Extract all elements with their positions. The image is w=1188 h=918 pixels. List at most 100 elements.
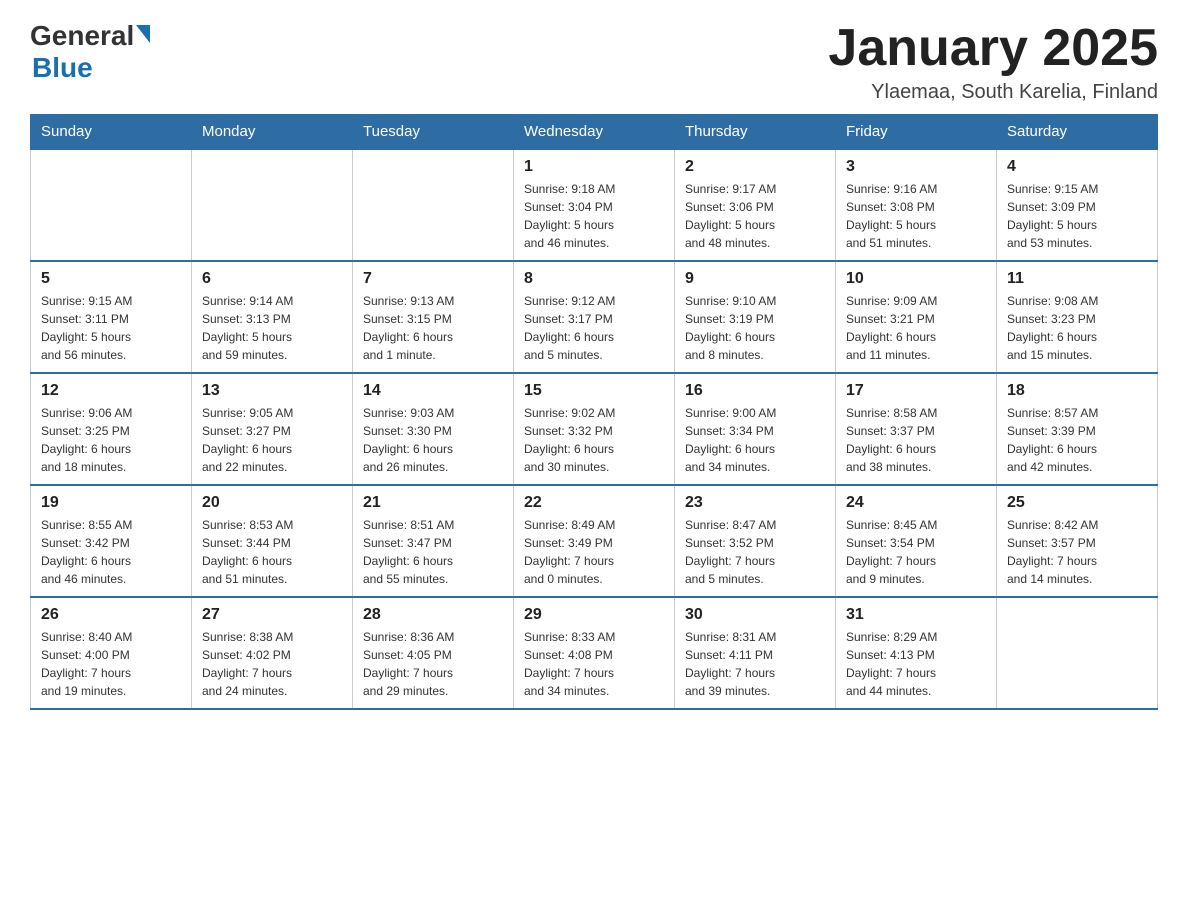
day-info: Sunrise: 8:31 AMSunset: 4:11 PMDaylight:…: [685, 628, 825, 700]
day-info: Sunrise: 9:13 AMSunset: 3:15 PMDaylight:…: [363, 292, 503, 364]
day-number: 25: [1007, 494, 1147, 512]
day-info: Sunrise: 9:18 AMSunset: 3:04 PMDaylight:…: [524, 180, 664, 252]
day-number: 17: [846, 382, 986, 400]
logo-general-text: General: [30, 20, 134, 52]
calendar-cell: [997, 597, 1158, 709]
weekday-header-monday: Monday: [192, 115, 353, 150]
calendar-cell: 28 Sunrise: 8:36 AMSunset: 4:05 PMDayligh…: [353, 597, 514, 709]
weekday-header-tuesday: Tuesday: [353, 115, 514, 150]
day-info: Sunrise: 9:03 AMSunset: 3:30 PMDaylight:…: [363, 404, 503, 476]
calendar-cell: 17 Sunrise: 8:58 AMSunset: 3:37 PMDayligh…: [836, 373, 997, 485]
calendar-cell: 7 Sunrise: 9:13 AMSunset: 3:15 PMDaylight…: [353, 261, 514, 373]
calendar-cell: 8 Sunrise: 9:12 AMSunset: 3:17 PMDaylight…: [514, 261, 675, 373]
calendar-week-1: 1 Sunrise: 9:18 AMSunset: 3:04 PMDaylight…: [31, 149, 1158, 261]
calendar-cell: 10 Sunrise: 9:09 AMSunset: 3:21 PMDayligh…: [836, 261, 997, 373]
logo: General Blue: [30, 20, 150, 84]
calendar-cell: 26 Sunrise: 8:40 AMSunset: 4:00 PMDayligh…: [31, 597, 192, 709]
day-number: 21: [363, 494, 503, 512]
calendar-cell: 2 Sunrise: 9:17 AMSunset: 3:06 PMDaylight…: [675, 149, 836, 261]
calendar-cell: [192, 149, 353, 261]
calendar-cell: 15Sunrise: 9:02 AMSunset: 3:32 PMDayligh…: [514, 373, 675, 485]
title-section: January 2025 Ylaemaa, South Karelia, Fin…: [828, 20, 1158, 104]
calendar-cell: 21Sunrise: 8:51 AMSunset: 3:47 PMDayligh…: [353, 485, 514, 597]
day-info: Sunrise: 9:12 AMSunset: 3:17 PMDaylight:…: [524, 292, 664, 364]
calendar-cell: 29 Sunrise: 8:33 AMSunset: 4:08 PMDayligh…: [514, 597, 675, 709]
calendar-cell: 24Sunrise: 8:45 AMSunset: 3:54 PMDayligh…: [836, 485, 997, 597]
day-number: 9: [685, 270, 825, 288]
day-number: 6: [202, 270, 342, 288]
day-info: Sunrise: 8:33 AMSunset: 4:08 PMDaylight:…: [524, 628, 664, 700]
day-number: 15: [524, 382, 664, 400]
weekday-header-row: SundayMondayTuesdayWednesdayThursdayFrid…: [31, 115, 1158, 150]
calendar-cell: 23 Sunrise: 8:47 AMSunset: 3:52 PMDayligh…: [675, 485, 836, 597]
day-number: 13: [202, 382, 342, 400]
calendar-cell: 19 Sunrise: 8:55 AMSunset: 3:42 PMDayligh…: [31, 485, 192, 597]
calendar-week-3: 12 Sunrise: 9:06 AMSunset: 3:25 PMDayligh…: [31, 373, 1158, 485]
day-info: Sunrise: 9:14 AMSunset: 3:13 PMDaylight:…: [202, 292, 342, 364]
day-number: 4: [1007, 158, 1147, 176]
day-info: Sunrise: 9:16 AMSunset: 3:08 PMDaylight:…: [846, 180, 986, 252]
day-info: Sunrise: 8:47 AMSunset: 3:52 PMDaylight:…: [685, 516, 825, 588]
calendar-cell: 5 Sunrise: 9:15 AMSunset: 3:11 PMDaylight…: [31, 261, 192, 373]
day-info: Sunrise: 8:55 AMSunset: 3:42 PMDaylight:…: [41, 516, 181, 588]
day-info: Sunrise: 9:09 AMSunset: 3:21 PMDaylight:…: [846, 292, 986, 364]
day-number: 5: [41, 270, 181, 288]
calendar-cell: 18 Sunrise: 8:57 AMSunset: 3:39 PMDayligh…: [997, 373, 1158, 485]
day-number: 26: [41, 606, 181, 624]
location: Ylaemaa, South Karelia, Finland: [828, 81, 1158, 104]
calendar-cell: 30 Sunrise: 8:31 AMSunset: 4:11 PMDayligh…: [675, 597, 836, 709]
day-info: Sunrise: 8:57 AMSunset: 3:39 PMDaylight:…: [1007, 404, 1147, 476]
day-info: Sunrise: 9:17 AMSunset: 3:06 PMDaylight:…: [685, 180, 825, 252]
day-info: Sunrise: 8:42 AMSunset: 3:57 PMDaylight:…: [1007, 516, 1147, 588]
day-info: Sunrise: 8:36 AMSunset: 4:05 PMDaylight:…: [363, 628, 503, 700]
calendar-cell: 3Sunrise: 9:16 AMSunset: 3:08 PMDaylight…: [836, 149, 997, 261]
day-number: 12: [41, 382, 181, 400]
calendar-cell: 22Sunrise: 8:49 AMSunset: 3:49 PMDayligh…: [514, 485, 675, 597]
calendar-cell: 13 Sunrise: 9:05 AMSunset: 3:27 PMDayligh…: [192, 373, 353, 485]
calendar-week-2: 5 Sunrise: 9:15 AMSunset: 3:11 PMDaylight…: [31, 261, 1158, 373]
logo-blue-text: Blue: [32, 52, 93, 84]
calendar-cell: 11Sunrise: 9:08 AMSunset: 3:23 PMDayligh…: [997, 261, 1158, 373]
month-title: January 2025: [828, 20, 1158, 77]
calendar-cell: 27 Sunrise: 8:38 AMSunset: 4:02 PMDayligh…: [192, 597, 353, 709]
day-number: 7: [363, 270, 503, 288]
day-number: 18: [1007, 382, 1147, 400]
day-info: Sunrise: 9:08 AMSunset: 3:23 PMDaylight:…: [1007, 292, 1147, 364]
day-info: Sunrise: 9:10 AMSunset: 3:19 PMDaylight:…: [685, 292, 825, 364]
day-number: 23: [685, 494, 825, 512]
day-number: 27: [202, 606, 342, 624]
calendar-cell: [31, 149, 192, 261]
day-number: 31: [846, 606, 986, 624]
day-info: Sunrise: 9:05 AMSunset: 3:27 PMDaylight:…: [202, 404, 342, 476]
calendar-cell: 16Sunrise: 9:00 AMSunset: 3:34 PMDayligh…: [675, 373, 836, 485]
calendar-table: SundayMondayTuesdayWednesdayThursdayFrid…: [30, 114, 1158, 710]
day-info: Sunrise: 9:06 AMSunset: 3:25 PMDaylight:…: [41, 404, 181, 476]
calendar-cell: [353, 149, 514, 261]
day-info: Sunrise: 8:49 AMSunset: 3:49 PMDaylight:…: [524, 516, 664, 588]
weekday-header-sunday: Sunday: [31, 115, 192, 150]
day-number: 30: [685, 606, 825, 624]
calendar-cell: 9 Sunrise: 9:10 AMSunset: 3:19 PMDaylight…: [675, 261, 836, 373]
day-number: 29: [524, 606, 664, 624]
day-info: Sunrise: 8:53 AMSunset: 3:44 PMDaylight:…: [202, 516, 342, 588]
day-number: 10: [846, 270, 986, 288]
calendar-cell: 14Sunrise: 9:03 AMSunset: 3:30 PMDayligh…: [353, 373, 514, 485]
day-info: Sunrise: 8:38 AMSunset: 4:02 PMDaylight:…: [202, 628, 342, 700]
day-number: 28: [363, 606, 503, 624]
calendar-week-5: 26 Sunrise: 8:40 AMSunset: 4:00 PMDayligh…: [31, 597, 1158, 709]
day-number: 19: [41, 494, 181, 512]
day-number: 16: [685, 382, 825, 400]
calendar-cell: 12 Sunrise: 9:06 AMSunset: 3:25 PMDayligh…: [31, 373, 192, 485]
day-number: 8: [524, 270, 664, 288]
calendar-cell: 31 Sunrise: 8:29 AMSunset: 4:13 PMDayligh…: [836, 597, 997, 709]
day-info: Sunrise: 9:15 AMSunset: 3:11 PMDaylight:…: [41, 292, 181, 364]
calendar-cell: 4Sunrise: 9:15 AMSunset: 3:09 PMDaylight…: [997, 149, 1158, 261]
calendar-week-4: 19 Sunrise: 8:55 AMSunset: 3:42 PMDayligh…: [31, 485, 1158, 597]
day-info: Sunrise: 8:58 AMSunset: 3:37 PMDaylight:…: [846, 404, 986, 476]
day-number: 2: [685, 158, 825, 176]
day-info: Sunrise: 8:40 AMSunset: 4:00 PMDaylight:…: [41, 628, 181, 700]
day-info: Sunrise: 8:29 AMSunset: 4:13 PMDaylight:…: [846, 628, 986, 700]
day-number: 1: [524, 158, 664, 176]
day-info: Sunrise: 8:45 AMSunset: 3:54 PMDaylight:…: [846, 516, 986, 588]
weekday-header-saturday: Saturday: [997, 115, 1158, 150]
